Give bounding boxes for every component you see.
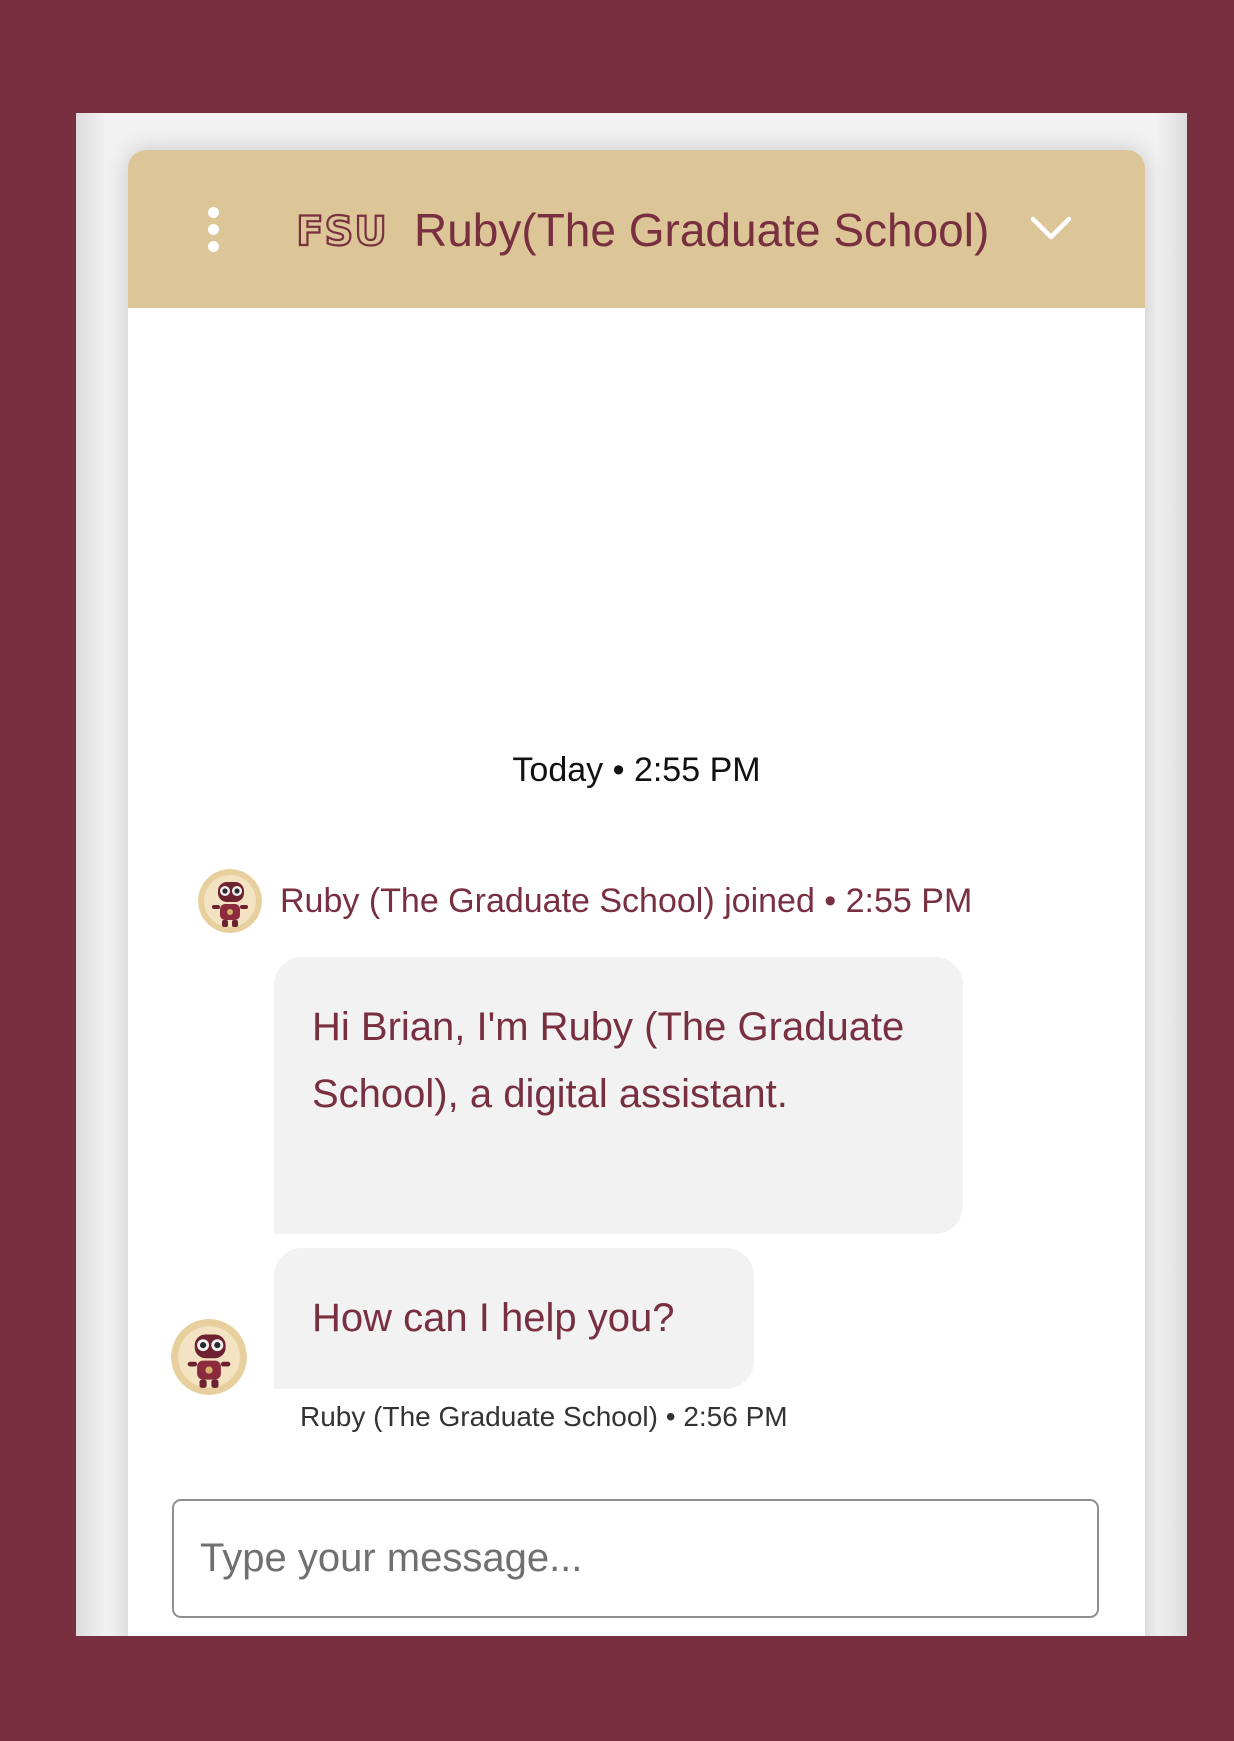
bot-avatar	[171, 1319, 247, 1395]
fsu-logo: FSU	[295, 208, 388, 252]
robot-avatar-icon	[171, 1319, 247, 1395]
chat-window: FSU Ruby(The Graduate School) Today • 2:…	[128, 150, 1145, 1636]
menu-button[interactable]	[206, 205, 222, 255]
chevron-down-icon	[1030, 216, 1072, 240]
joined-notice: Ruby (The Graduate School) joined • 2:55…	[280, 882, 973, 920]
date-separator: Today • 2:55 PM	[512, 751, 761, 789]
svg-text:FSU: FSU	[296, 209, 388, 252]
chat-widget-panel: FSU Ruby(The Graduate School) Today • 2:…	[76, 113, 1187, 1636]
collapse-button[interactable]	[1026, 206, 1076, 250]
robot-avatar-icon	[198, 869, 262, 933]
bot-avatar	[198, 869, 262, 933]
bot-message-bubble: Hi Brian, I'm Ruby (The Graduate School)…	[274, 957, 963, 1234]
chat-header: FSU Ruby(The Graduate School)	[128, 150, 1145, 308]
vertical-ellipsis-icon	[208, 207, 219, 218]
chat-title: Ruby(The Graduate School)	[414, 204, 990, 256]
bot-message-bubble: How can I help you?	[274, 1248, 754, 1389]
message-input[interactable]	[172, 1499, 1099, 1618]
message-sender-timestamp: Ruby (The Graduate School) • 2:56 PM	[300, 1401, 788, 1432]
